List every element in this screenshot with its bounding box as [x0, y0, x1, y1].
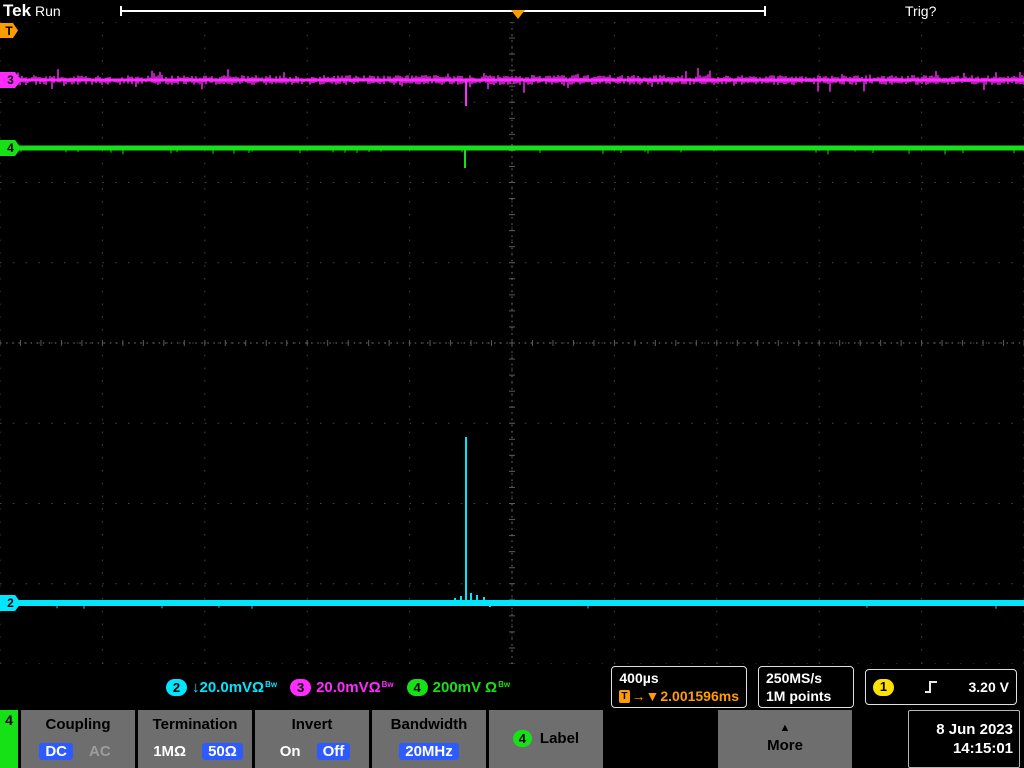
delay-arrow-icon: →▼ [631, 688, 660, 704]
more-text: More [767, 737, 803, 754]
more-button[interactable]: ▲ More [718, 710, 852, 768]
date-text: 8 Jun 2023 [936, 721, 1013, 738]
acquisition-info-box[interactable]: 250MS/s 1M points [758, 665, 854, 709]
invert-arrow-icon: ↓ [192, 678, 200, 696]
invert-title: Invert [291, 716, 333, 733]
termination-title: Termination [152, 716, 238, 733]
channel4-badge[interactable]: 4 [406, 678, 428, 696]
status-bar: 2 ↓20.0mVΩBw 3 20.0mVΩBw 4 200mV ΩBw 400µ… [0, 664, 1024, 710]
waveform-display [0, 21, 1024, 665]
coupling-button[interactable]: Coupling DC AC [21, 710, 135, 768]
up-arrow-icon: ▲ [779, 722, 791, 734]
invert-off-option[interactable]: Off [316, 743, 351, 760]
channel2-readout[interactable]: 2 ↓20.0mVΩBw [166, 678, 278, 696]
record-view-bar [120, 6, 766, 16]
termination-button[interactable]: Termination 1MΩ 50Ω [138, 710, 252, 768]
time-text: 14:15:01 [952, 740, 1013, 757]
trigger-settings-box[interactable]: 1 3.20 V [865, 669, 1017, 705]
channel4-menu-tab[interactable]: 4 [0, 710, 18, 768]
channel3-readout[interactable]: 3 20.0mVΩBw [290, 678, 394, 696]
datetime-display: 8 Jun 2023 14:15:01 [908, 710, 1020, 768]
trigger-status-text: Trig? [905, 3, 937, 19]
channel-readouts: 2 ↓20.0mVΩBw 3 20.0mVΩBw 4 200mV ΩBw [166, 678, 511, 696]
label-button[interactable]: 4 Label [489, 710, 603, 768]
channel3-scale: 20.0mVΩBw [316, 678, 394, 696]
bandwidth-limit-indicator: Bw [265, 679, 278, 689]
sample-rate: 250MS/s [766, 669, 823, 686]
trigger-level-value: 3.20 V [968, 678, 1009, 695]
bandwidth-20mhz-option[interactable]: 20MHz [399, 743, 459, 760]
bandwidth-limit-indicator: Bw [381, 679, 394, 689]
coupling-dc-option[interactable]: DC [39, 743, 73, 760]
channel3-badge[interactable]: 3 [290, 678, 312, 696]
invert-button[interactable]: Invert On Off [255, 710, 369, 768]
oscilloscope-screen: Tek Run Trig? T 3 4 2 2 ↓20.0mVΩBw 3 20.… [0, 0, 1024, 768]
timebase-scale: 400µs [619, 669, 659, 686]
trigger-position-icon[interactable] [511, 10, 525, 19]
bandwidth-title: Bandwidth [390, 716, 468, 733]
acquisition-run-status: Run [35, 3, 61, 19]
channel4-scale: 200mV ΩBw [432, 678, 511, 696]
termination-50ohm-option[interactable]: 50Ω [202, 743, 243, 760]
coupling-title: Coupling [45, 716, 111, 733]
channel4-readout[interactable]: 4 200mV ΩBw [406, 678, 511, 696]
label-channel-badge: 4 [512, 729, 532, 747]
trigger-source-badge[interactable]: 1 [873, 678, 894, 696]
trigger-t-icon: T [619, 689, 630, 703]
bandwidth-limit-indicator: Bw [498, 679, 511, 689]
channel2-badge[interactable]: 2 [166, 678, 187, 696]
horizontal-settings-box[interactable]: 400µs T →▼ 2.001596ms [611, 665, 747, 709]
bandwidth-button[interactable]: Bandwidth 20MHz [372, 710, 486, 768]
trigger-delay-readout: T →▼ 2.001596ms [619, 688, 739, 704]
termination-1m-option[interactable]: 1MΩ [147, 743, 192, 760]
invert-on-option[interactable]: On [274, 743, 307, 760]
record-length: 1M points [766, 688, 832, 704]
rising-edge-icon [923, 679, 939, 695]
tek-logo: Tek [3, 1, 32, 20]
coupling-ac-option[interactable]: AC [83, 743, 117, 760]
channel2-scale: ↓20.0mVΩBw [192, 678, 278, 696]
label-text: Label [539, 729, 580, 747]
channel-menu-bar: 4 Coupling DC AC Termination 1MΩ 50Ω Inv… [0, 710, 1024, 768]
